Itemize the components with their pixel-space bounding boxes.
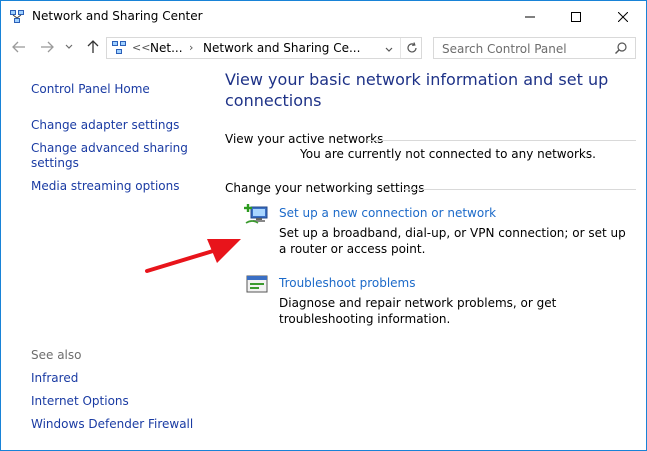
maximize-icon xyxy=(571,11,581,22)
see-also-label: See also xyxy=(31,348,82,362)
navigation-bar: << Net... › Network and Sharing Ce... Se… xyxy=(1,32,646,64)
minimize-button[interactable] xyxy=(507,1,553,32)
search-box[interactable]: Search Control Panel xyxy=(433,37,636,59)
change-settings-label: Change your networking settings xyxy=(225,181,425,195)
network-sharing-app-icon xyxy=(10,10,24,23)
breadcrumb-segment-current[interactable]: Network and Sharing Ce... xyxy=(203,41,360,55)
no-networks-message: You are currently not connected to any n… xyxy=(300,147,596,161)
control-panel-home-link[interactable]: Control Panel Home xyxy=(31,82,201,97)
windows-defender-firewall-link[interactable]: Windows Defender Firewall xyxy=(31,417,201,432)
infrared-link[interactable]: Infrared xyxy=(31,371,201,386)
up-button[interactable] xyxy=(84,38,102,56)
recent-locations-button[interactable] xyxy=(63,38,75,56)
address-bar[interactable]: << Net... › Network and Sharing Ce... xyxy=(106,37,422,59)
breadcrumb-segment-network[interactable]: Net... xyxy=(150,41,183,55)
arrow-right-icon xyxy=(41,41,54,53)
section-divider xyxy=(404,189,636,190)
maximize-button[interactable] xyxy=(553,1,599,32)
refresh-button[interactable] xyxy=(400,38,423,58)
chevron-down-icon xyxy=(65,44,73,49)
title-bar: Network and Sharing Center xyxy=(1,1,646,32)
content-scroll-area xyxy=(636,64,646,450)
window-title: Network and Sharing Center xyxy=(32,9,203,23)
new-connection-icon xyxy=(244,204,268,224)
change-advanced-sharing-link[interactable]: Change advanced sharing settings xyxy=(31,141,201,171)
section-divider xyxy=(367,140,636,141)
search-placeholder[interactable]: Search Control Panel xyxy=(442,42,567,56)
close-icon xyxy=(618,11,628,22)
close-button[interactable] xyxy=(600,1,646,32)
window: Network and Sharing Center << Net... › N… xyxy=(0,0,647,451)
troubleshoot-problems-description: Diagnose and repair network problems, or… xyxy=(279,296,557,326)
network-sharing-location-icon xyxy=(112,41,126,54)
setup-new-connection-link[interactable]: Set up a new connection or network xyxy=(279,206,496,220)
search-icon[interactable] xyxy=(614,41,628,55)
breadcrumb-separator-icon: › xyxy=(189,41,194,54)
internet-options-link[interactable]: Internet Options xyxy=(31,394,201,409)
arrow-left-icon xyxy=(12,41,25,53)
address-overflow[interactable]: << xyxy=(132,41,150,54)
refresh-icon xyxy=(407,42,417,53)
arrow-up-icon xyxy=(87,40,99,53)
troubleshoot-problems-link[interactable]: Troubleshoot problems xyxy=(279,276,415,290)
chevron-down-icon xyxy=(385,47,393,52)
main-pane: View your basic network information and … xyxy=(211,64,636,450)
annotation-arrow-icon xyxy=(145,239,241,273)
change-adapter-settings-link[interactable]: Change adapter settings xyxy=(31,118,201,133)
media-streaming-options-link[interactable]: Media streaming options xyxy=(31,179,201,194)
page-title: View your basic network information and … xyxy=(225,70,609,110)
active-networks-label: View your active networks xyxy=(225,132,384,146)
minimize-icon xyxy=(525,16,535,17)
back-button[interactable] xyxy=(10,38,28,56)
setup-new-connection-description: Set up a broadband, dial-up, or VPN conn… xyxy=(279,226,626,256)
forward-button[interactable] xyxy=(38,38,56,56)
address-dropdown-button[interactable] xyxy=(385,42,393,56)
